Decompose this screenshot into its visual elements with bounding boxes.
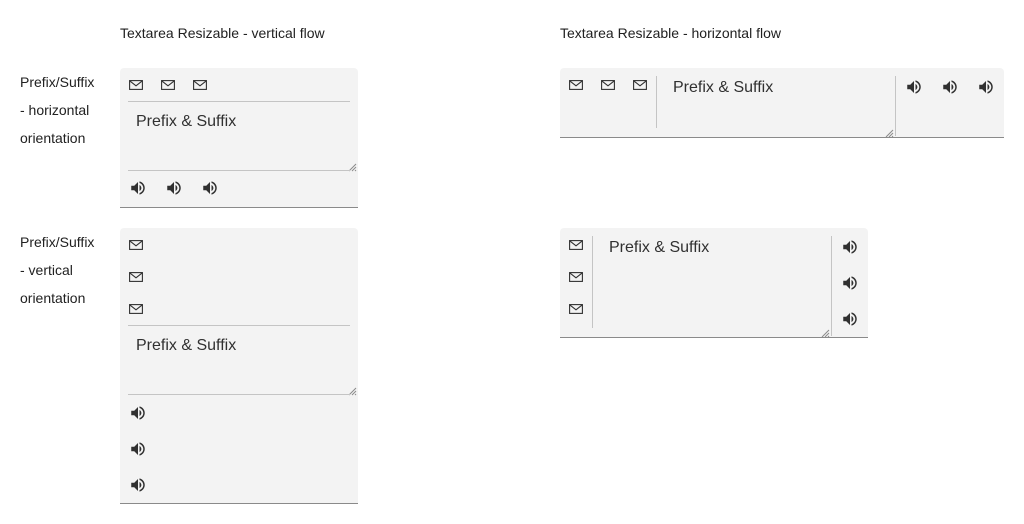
- row-label-line: orientation: [20, 290, 86, 306]
- textarea[interactable]: Prefix & Suffix: [593, 228, 831, 338]
- textarea[interactable]: Prefix & Suffix: [657, 68, 895, 138]
- suffix-divider: [128, 394, 350, 395]
- textarea[interactable]: Prefix & Suffix: [120, 326, 358, 396]
- volume-up-icon[interactable]: [977, 78, 995, 96]
- volume-up-icon[interactable]: [165, 179, 183, 197]
- textarea-field-hflow-horizontal: Prefix & Suffix: [560, 68, 1004, 138]
- textarea-field-vflow-vertical: Prefix & Suffix: [120, 228, 358, 504]
- row-label-line: Prefix/Suffix: [20, 234, 95, 250]
- textarea-value: Prefix & Suffix: [136, 337, 237, 354]
- resize-handle[interactable]: [884, 125, 894, 138]
- volume-up-icon[interactable]: [129, 476, 147, 494]
- mail-icon[interactable]: [129, 80, 143, 90]
- resize-handle[interactable]: [820, 325, 830, 338]
- row-label-vertical-orientation: Prefix/Suffix - vertical orientation: [20, 228, 110, 312]
- suffix-divider: [831, 236, 832, 336]
- resize-handle[interactable]: [347, 383, 357, 396]
- textarea-field-hflow-vertical: Prefix & Suffix: [560, 228, 868, 338]
- mail-icon[interactable]: [193, 80, 207, 90]
- mail-icon[interactable]: [129, 240, 143, 250]
- column-title-vertical-flow: Textarea Resizable - vertical flow: [120, 25, 325, 41]
- row-label-horizontal-orientation: Prefix/Suffix - horizontal orientation: [20, 68, 110, 152]
- volume-up-icon[interactable]: [841, 274, 859, 292]
- column-title-horizontal-flow: Textarea Resizable - horizontal flow: [560, 25, 781, 41]
- textarea-value: Prefix & Suffix: [673, 79, 774, 96]
- mail-icon[interactable]: [161, 80, 175, 90]
- row-label-line: Prefix/Suffix: [20, 74, 95, 90]
- row-label-line: - horizontal: [20, 102, 90, 118]
- volume-up-icon[interactable]: [905, 78, 923, 96]
- volume-up-icon[interactable]: [129, 404, 147, 422]
- textarea[interactable]: Prefix & Suffix: [120, 102, 358, 172]
- volume-up-icon[interactable]: [841, 310, 859, 328]
- mail-icon[interactable]: [569, 272, 583, 282]
- suffix-divider: [128, 170, 350, 171]
- row-label-line: orientation: [20, 130, 86, 146]
- textarea-field-vflow-horizontal: Prefix & Suffix: [120, 68, 358, 208]
- volume-up-icon[interactable]: [129, 179, 147, 197]
- textarea-value: Prefix & Suffix: [609, 239, 710, 256]
- mail-icon[interactable]: [569, 240, 583, 250]
- mail-icon[interactable]: [569, 80, 583, 90]
- volume-up-icon[interactable]: [201, 179, 219, 197]
- volume-up-icon[interactable]: [941, 78, 959, 96]
- volume-up-icon[interactable]: [129, 440, 147, 458]
- mail-icon[interactable]: [633, 80, 647, 90]
- mail-icon[interactable]: [129, 304, 143, 314]
- mail-icon[interactable]: [569, 304, 583, 314]
- suffix-divider: [895, 76, 896, 136]
- mail-icon[interactable]: [129, 272, 143, 282]
- mail-icon[interactable]: [601, 80, 615, 90]
- textarea-value: Prefix & Suffix: [136, 113, 237, 130]
- volume-up-icon[interactable]: [841, 238, 859, 256]
- resize-handle[interactable]: [347, 159, 357, 172]
- row-label-line: - vertical: [20, 262, 73, 278]
